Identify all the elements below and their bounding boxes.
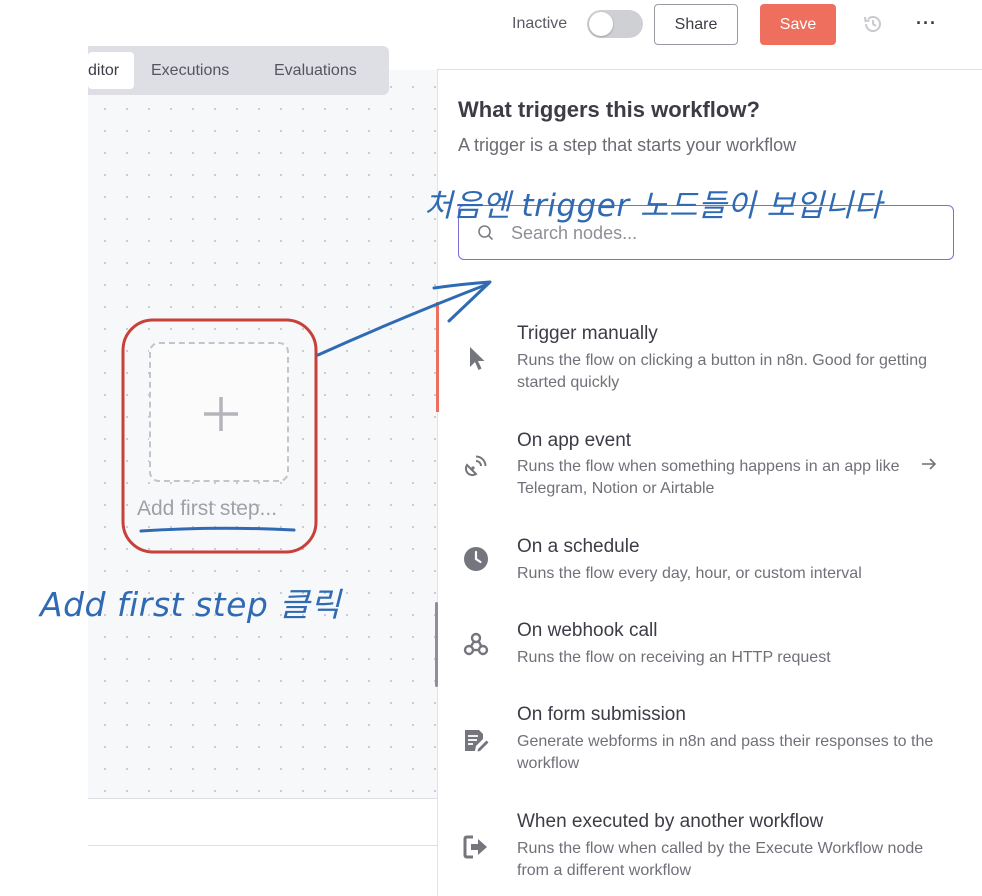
tab-evaluations-label: Evaluations xyxy=(274,62,357,79)
add-first-step-button[interactable] xyxy=(149,342,289,482)
form-edit-icon xyxy=(465,730,489,752)
item-title: Trigger manually xyxy=(517,323,658,344)
annotation-note-top: 처음엔 trigger 노드들이 보입니다 xyxy=(424,188,883,224)
webhook-icon xyxy=(463,632,489,656)
history-icon[interactable] xyxy=(862,13,884,35)
tab-editor-label: ditor xyxy=(88,62,120,79)
tab-editor[interactable]: ditor xyxy=(88,52,134,89)
item-description: Runs the flow every day, hour, or custom… xyxy=(517,565,862,582)
sign-in-icon xyxy=(463,835,487,859)
toggle-knob xyxy=(589,12,613,36)
search-icon xyxy=(478,225,494,241)
trigger-option-manual[interactable]: Trigger manually Runs the flow on clicki… xyxy=(438,320,978,410)
trigger-option-app-event[interactable]: On app event Runs the flow when somethin… xyxy=(438,427,978,517)
item-description: Generate webforms in n8n and pass their … xyxy=(517,733,934,772)
trigger-option-schedule[interactable]: On a schedule Runs the flow every day, h… xyxy=(438,533,978,603)
item-description: Runs the flow when called by the Execute… xyxy=(517,840,924,879)
panel-title: What triggers this workflow? xyxy=(458,97,760,122)
satellite-signal-icon xyxy=(464,455,487,477)
item-title: On form submission xyxy=(517,704,686,725)
annotation-note-bottom: Add first step 클릭 xyxy=(40,585,342,624)
item-title: When executed by another workflow xyxy=(517,811,824,832)
tab-evaluations[interactable]: Evaluations xyxy=(274,52,357,89)
item-title: On webhook call xyxy=(517,620,658,641)
trigger-option-form[interactable]: On form submission Generate webforms in … xyxy=(438,701,978,791)
save-button[interactable]: Save xyxy=(760,4,836,45)
workflow-status-label: Inactive xyxy=(512,15,568,32)
top-bar: Inactive Share Save ··· xyxy=(0,0,982,50)
item-description: Runs the flow on receiving an HTTP reque… xyxy=(517,649,831,666)
trigger-option-webhook[interactable]: On webhook call Runs the flow on receivi… xyxy=(438,617,978,687)
app-root: ditor Executions Evaluations Add first s… xyxy=(0,0,982,896)
canvas-footer xyxy=(88,798,437,896)
item-description: Runs the flow on clicking a button in n8… xyxy=(517,352,928,391)
share-button[interactable]: Share xyxy=(654,4,738,45)
tab-executions-label: Executions xyxy=(151,62,230,79)
view-tabs: ditor Executions Evaluations xyxy=(88,46,389,95)
active-toggle[interactable] xyxy=(587,10,643,38)
trigger-option-execute-workflow[interactable]: When executed by another workflow Runs t… xyxy=(438,808,978,896)
arrow-right-icon[interactable] xyxy=(920,455,938,473)
panel-subtitle: A trigger is a step that starts your wor… xyxy=(458,135,797,155)
more-options-icon[interactable]: ··· xyxy=(916,13,940,35)
workflow-canvas[interactable] xyxy=(88,70,437,896)
plus-icon xyxy=(204,397,238,431)
item-title: On a schedule xyxy=(517,536,640,557)
item-description: Runs the flow when something happens in … xyxy=(517,458,900,497)
item-title: On app event xyxy=(517,430,632,451)
divider xyxy=(88,845,437,846)
clock-icon xyxy=(464,547,488,571)
add-first-step-label[interactable]: Add first step... xyxy=(137,497,277,521)
cursor-icon xyxy=(470,347,485,370)
tab-executions[interactable]: Executions xyxy=(151,52,229,89)
